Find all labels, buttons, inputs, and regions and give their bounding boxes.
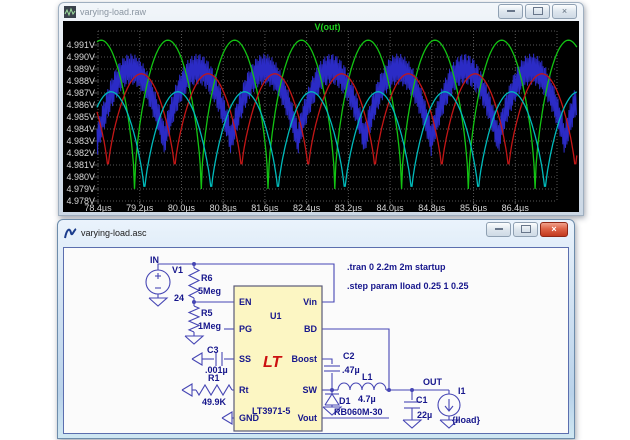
schematic-window-titlebar[interactable]: varying-load.asc × [58,220,574,246]
svg-text:1Meg: 1Meg [198,321,221,331]
ltspice-schematic-icon [63,226,77,240]
svg-text:78.4µs: 78.4µs [84,203,112,212]
minimize-button[interactable] [486,222,511,237]
svg-text:5Meg: 5Meg [198,286,221,296]
svg-text:Rt: Rt [239,385,249,395]
svg-text:SW: SW [303,385,318,395]
svg-text:86.4µs: 86.4µs [502,203,530,212]
minimize-button[interactable] [498,4,523,19]
waveform-window[interactable]: varying-load.raw × 4.991V4.990V4.989V4.9… [58,2,584,216]
maximize-button[interactable] [513,222,538,237]
svg-text:R1: R1 [208,373,220,383]
svg-text:4.7µ: 4.7µ [358,394,376,404]
svg-text:4.990V: 4.990V [66,52,95,62]
waveform-chart: 4.991V 4.990V 4.989V 4.988V 4.987V 4.986V 4.98… [63,21,579,212]
svg-text:.47µ: .47µ [342,365,360,375]
svg-text:{Iload}: {Iload} [452,415,481,425]
schematic-window[interactable]: varying-load.asc × ENPGSSRtGNDVinBDBoost… [57,219,575,439]
svg-text:82.4µs: 82.4µs [293,203,321,212]
svg-text:SS: SS [239,354,251,364]
svg-text:84.0µs: 84.0µs [376,203,404,212]
minimize-icon [507,10,515,12]
svg-text:49.9K: 49.9K [202,397,227,407]
svg-text:C1: C1 [416,395,428,405]
minimize-icon [495,228,503,230]
svg-text:4.984V: 4.984V [66,124,95,134]
svg-text:V(out): V(out) [315,22,341,32]
svg-text:4.988V: 4.988V [66,76,95,86]
svg-text:4.981V: 4.981V [66,160,95,170]
svg-text:IN: IN [150,255,159,265]
svg-text:79.2µs: 79.2µs [126,203,154,212]
svg-text:24: 24 [174,293,184,303]
maximize-button[interactable] [525,4,550,19]
schematic-drawing: ENPGSSRtGNDVinBDBoostSWVoutLTINV124R65Me… [64,248,568,433]
waveform-plot-pane[interactable]: 4.991V 4.990V 4.989V 4.988V 4.987V 4.986V 4.98… [63,21,579,212]
svg-text:LT: LT [263,354,283,371]
window-title: varying-load.asc [81,228,486,238]
svg-text:EN: EN [239,297,252,307]
svg-text:85.6µs: 85.6µs [460,203,488,212]
svg-text:PG: PG [239,324,252,334]
svg-text:84.8µs: 84.8µs [418,203,446,212]
svg-text:.tran 0 2.2m 2m startup: .tran 0 2.2m 2m startup [347,262,446,272]
maximize-icon [533,7,543,15]
svg-text:4.991V: 4.991V [66,40,95,50]
svg-text:4.985V: 4.985V [66,112,95,122]
svg-text:I1: I1 [458,386,466,396]
svg-text:V1: V1 [172,265,183,275]
svg-text:R5: R5 [201,308,213,318]
maximize-icon [521,225,531,233]
svg-text:4.986V: 4.986V [66,100,95,110]
svg-text:L1: L1 [362,372,373,382]
svg-text:4.979V: 4.979V [66,184,95,194]
close-button[interactable]: × [552,4,577,19]
svg-text:OUT: OUT [423,377,443,387]
svg-text:83.2µs: 83.2µs [335,203,363,212]
svg-text:D1: D1 [339,396,351,406]
svg-text:Vin: Vin [303,297,317,307]
waveform-file-icon [64,6,76,18]
svg-text:4.987V: 4.987V [66,88,95,98]
svg-text:4.983V: 4.983V [66,136,95,146]
svg-text:22µ: 22µ [417,410,432,420]
svg-text:U1: U1 [270,311,282,321]
svg-text:C3: C3 [207,345,219,355]
close-button[interactable]: × [540,222,568,237]
schematic-canvas[interactable]: ENPGSSRtGNDVinBDBoostSWVoutLTINV124R65Me… [63,247,569,434]
svg-text:80.8µs: 80.8µs [210,203,238,212]
desktop: { "plot_window": { "title": "varying-loa… [0,0,630,440]
svg-text:C2: C2 [343,351,355,361]
svg-text:.step param Iload 0.25 1 0.25: .step param Iload 0.25 1 0.25 [347,281,469,291]
svg-text:LT3971-5: LT3971-5 [252,406,290,416]
svg-text:80.0µs: 80.0µs [168,203,196,212]
svg-text:R6: R6 [201,273,213,283]
svg-text:4.989V: 4.989V [66,64,95,74]
close-icon: × [562,6,567,16]
window-title: varying-load.raw [80,7,498,17]
svg-text:4.980V: 4.980V [66,172,95,182]
svg-text:Vout: Vout [298,413,317,423]
close-icon: × [551,224,556,234]
svg-text:Boost: Boost [292,354,318,364]
svg-text:81.6µs: 81.6µs [251,203,279,212]
svg-text:BD: BD [304,324,317,334]
svg-text:4.982V: 4.982V [66,148,95,158]
waveform-window-titlebar[interactable]: varying-load.raw × [59,3,583,21]
svg-text:RB060M-30: RB060M-30 [334,407,383,417]
